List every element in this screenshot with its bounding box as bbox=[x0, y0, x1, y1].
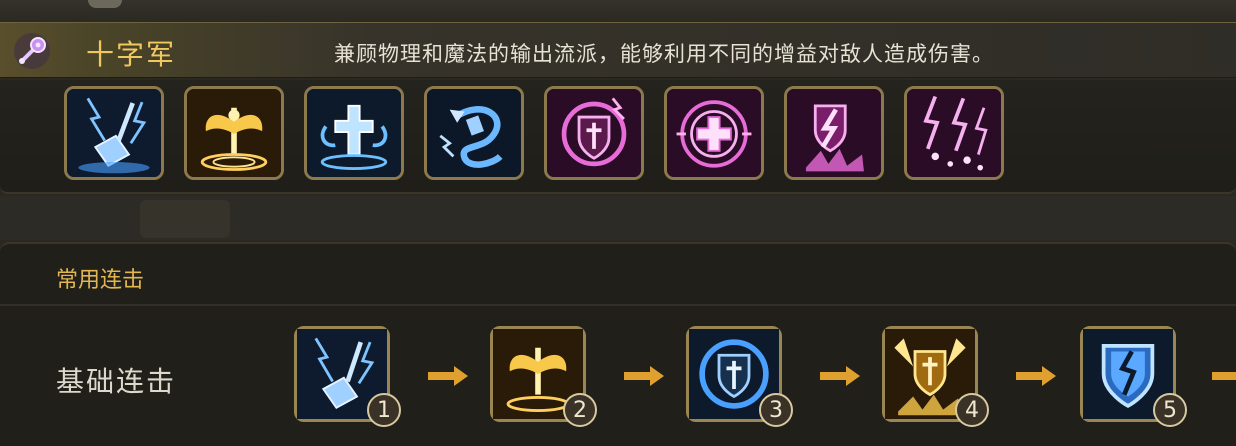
angel-wings-icon[interactable] bbox=[184, 86, 284, 180]
arrow-right-icon bbox=[624, 366, 664, 386]
combo-step-number: 5 bbox=[1153, 393, 1187, 427]
combo-step-number: 3 bbox=[759, 393, 793, 427]
combo-panel bbox=[0, 242, 1236, 446]
combo-step-2[interactable]: 2 bbox=[490, 326, 597, 427]
class-header: 十字军 兼顾物理和魔法的输出流派，能够利用不同的增益对敌人造成伤害。 bbox=[0, 22, 1236, 78]
top-notch bbox=[88, 0, 122, 8]
combo-section-title: 常用连击 bbox=[56, 268, 145, 293]
lightning-dragon-icon[interactable] bbox=[424, 86, 524, 180]
top-strip bbox=[0, 0, 1236, 22]
combo-row-label: 基础连击 bbox=[56, 365, 177, 398]
combo-step-number: 2 bbox=[563, 393, 597, 427]
combo-step-5[interactable]: 5 bbox=[1080, 326, 1187, 427]
thunder-hammer-icon[interactable] bbox=[64, 86, 164, 180]
cross-shield-icon[interactable] bbox=[544, 86, 644, 180]
combo-step-number: 4 bbox=[955, 393, 989, 427]
arrow-right-icon bbox=[820, 366, 860, 386]
class-title: 十字军 bbox=[86, 38, 177, 71]
holy-cross-pillar-icon[interactable] bbox=[304, 86, 404, 180]
holy-circle-icon[interactable] bbox=[664, 86, 764, 180]
combo-step-1[interactable]: 1 bbox=[294, 326, 401, 427]
mace-icon bbox=[12, 31, 52, 71]
arrow-right-icon bbox=[1016, 366, 1056, 386]
combo-step-3[interactable]: 3 bbox=[686, 326, 793, 427]
lightning-burst-icon[interactable] bbox=[784, 86, 884, 180]
combo-step-4[interactable]: 4 bbox=[882, 326, 989, 427]
class-description: 兼顾物理和魔法的输出流派，能够利用不同的增益对敌人造成伤害。 bbox=[334, 42, 994, 66]
arrow-right-icon bbox=[428, 366, 468, 386]
combo-divider bbox=[0, 304, 1236, 306]
faded-background-element bbox=[140, 200, 230, 238]
arrow-right-icon bbox=[1212, 366, 1236, 386]
combo-step-number: 1 bbox=[367, 393, 401, 427]
sparkle-strike-icon[interactable] bbox=[904, 86, 1004, 180]
